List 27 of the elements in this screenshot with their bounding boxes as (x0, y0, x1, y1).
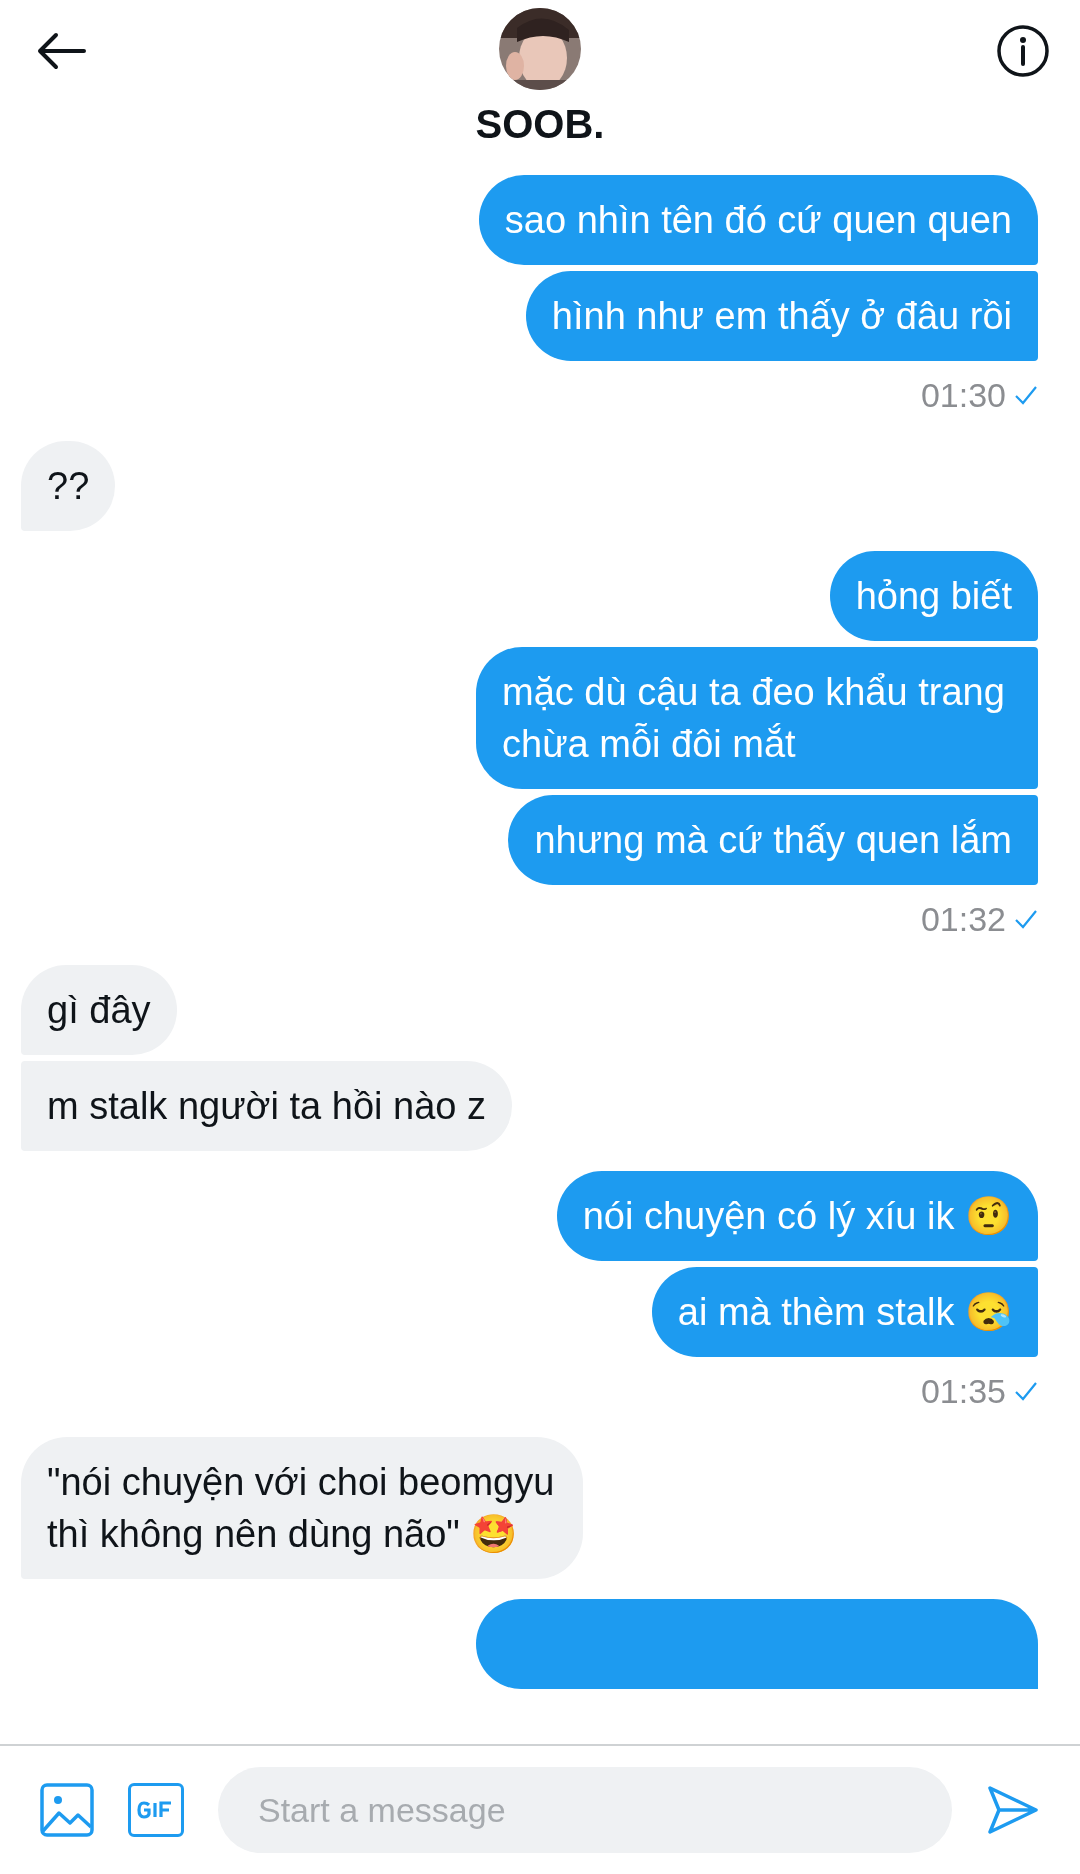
check-icon (1014, 384, 1038, 406)
send-button[interactable] (986, 1783, 1040, 1837)
message-time: 01:30 (920, 375, 1006, 416)
image-button[interactable] (40, 1783, 94, 1837)
message-bubble: nói chuyện có lý xíu ik 🤨 (556, 1171, 1038, 1261)
message-bubble: gì đây (21, 965, 177, 1055)
image-icon (40, 1783, 94, 1837)
message-bubble: hỏng biết (829, 551, 1038, 641)
message-bubble: nhưng mà cứ thấy quen lắm (508, 795, 1038, 885)
check-icon (1014, 908, 1038, 930)
message-bubble: ai mà thèm stalk 😪 (651, 1267, 1038, 1357)
contact-name: SOOB. (475, 101, 605, 148)
send-icon (987, 1785, 1039, 1835)
message-time: 01:35 (920, 1371, 1006, 1412)
gif-button[interactable] (128, 1783, 184, 1837)
message-bubble: ?? (21, 441, 116, 531)
check-icon (1014, 1380, 1038, 1402)
info-icon (996, 24, 1050, 78)
message-bubble: "nói chuyện với choi beomgyu thì không nên dùng não" 🤩 (21, 1437, 583, 1579)
message-bubble: hình như em thấy ở đâu rồi (525, 271, 1038, 361)
message-bubble: m stalk người ta hồi nào z (21, 1061, 512, 1151)
back-arrow-icon (36, 32, 86, 70)
message-input[interactable]: Start a message (218, 1767, 952, 1853)
info-button[interactable] (996, 24, 1050, 78)
message-bubble: sao nhìn tên đó cứ quen quen (478, 175, 1038, 265)
message-bubble: mặc dù cậu ta đeo khẩu trang chừa mỗi đôi mắt (476, 647, 1038, 789)
message-time: 01:32 (920, 899, 1006, 940)
